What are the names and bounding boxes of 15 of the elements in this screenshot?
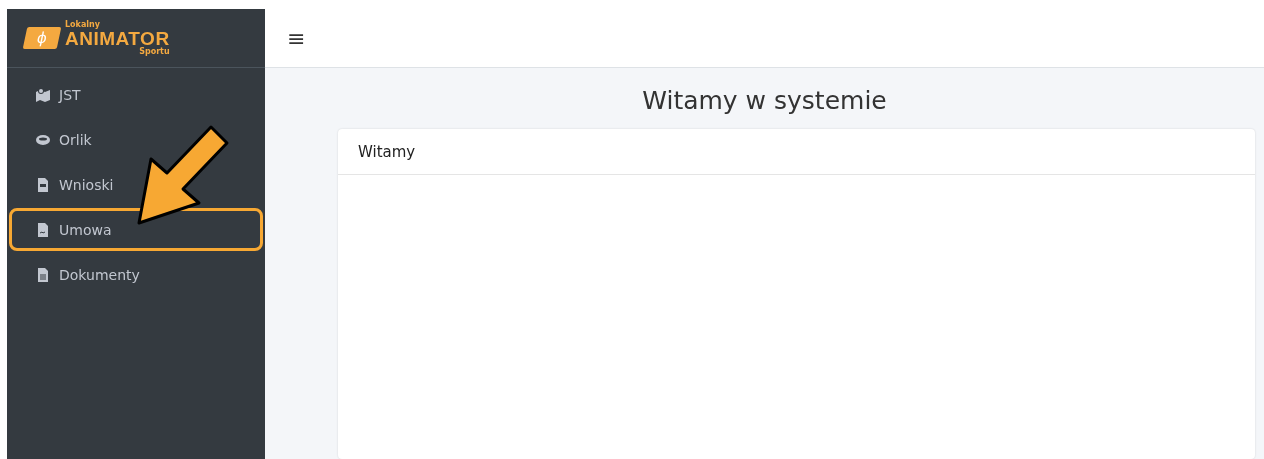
logo-subtitle: Lokalny: [65, 20, 100, 29]
sidebar-item[interactable]: Orlik: [9, 118, 263, 161]
signed-document-icon: [35, 221, 51, 238]
page-title: Witamy w systemie: [641, 86, 888, 115]
document-icon: [35, 266, 51, 283]
card-title: Witamy: [338, 129, 1255, 175]
logo-subtitle: Sportu: [139, 47, 170, 56]
logo-title: ANIMATOR: [65, 28, 170, 48]
menu-button[interactable]: ≡: [287, 25, 306, 51]
logo-badge: ϕ: [22, 27, 62, 49]
sidebar-item[interactable]: JST: [9, 73, 263, 116]
sidebar-item[interactable]: Dokumenty: [9, 253, 263, 296]
form-icon: [35, 176, 51, 193]
sidebar-item[interactable]: Wnioski: [9, 163, 263, 206]
map-icon: [35, 86, 51, 103]
